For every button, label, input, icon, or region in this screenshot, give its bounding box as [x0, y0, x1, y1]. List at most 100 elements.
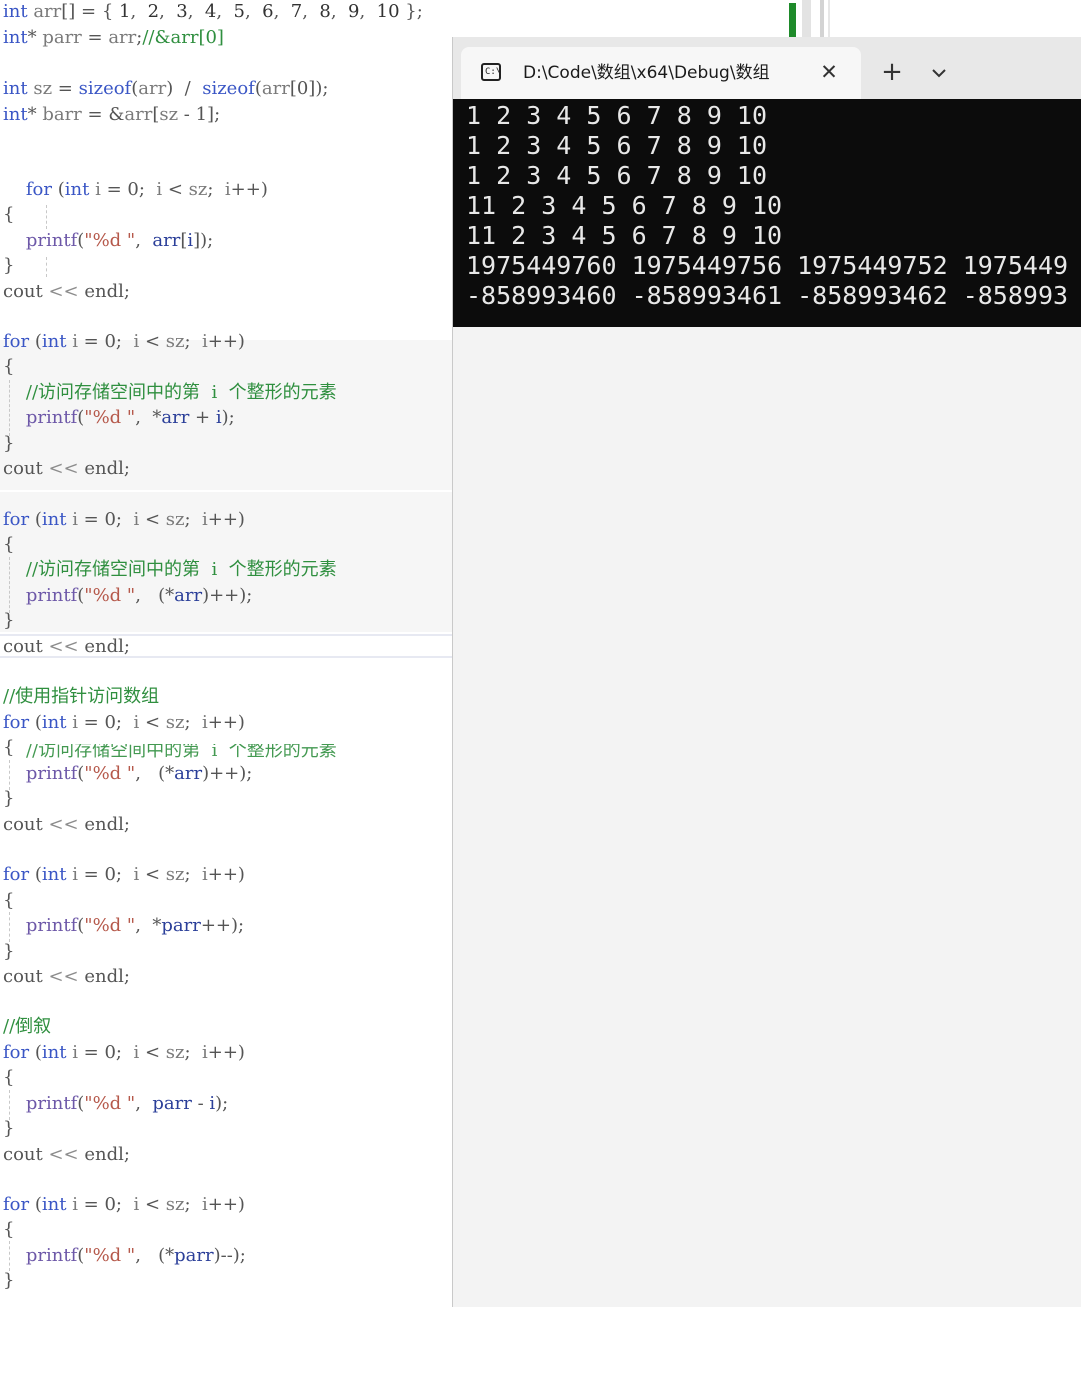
code-token: int	[41, 1194, 67, 1215]
code-token: = 0;	[77, 1042, 134, 1063]
code-token: ,	[159, 1, 177, 22]
code-line: int* barr = &arr[sz - 1];	[3, 103, 220, 127]
code-line: {	[3, 889, 14, 913]
code-token: arr	[152, 230, 181, 251]
code-token: sz	[165, 509, 185, 530]
tab-title: D:\Code\数组\x64\Debug\数组	[523, 63, 770, 83]
code-token: , *	[135, 915, 162, 936]
code-line: printf("%d ", *parr++);	[3, 914, 244, 938]
code-line: }	[3, 787, 14, 811]
code-line: //访问存储空间中的第 i 个整形的元素	[3, 558, 337, 582]
code-token: )++);	[202, 585, 253, 606]
page-bottom	[0, 1307, 1081, 1399]
code-token: {	[3, 534, 15, 555]
code-token: int	[3, 1, 28, 22]
code-token: }	[3, 788, 15, 809]
code-token: <<	[48, 814, 79, 835]
code-line: //使用指针访问数组	[3, 685, 159, 709]
indent-guide	[9, 1241, 10, 1271]
code-token: ;	[184, 712, 202, 733]
code-token: (	[29, 864, 42, 885]
code-token: ,	[330, 1, 349, 22]
code-token: = 0;	[77, 864, 134, 885]
code-token: );	[221, 407, 235, 428]
new-tab-button[interactable]: +	[879, 59, 905, 85]
code-token: int	[3, 104, 28, 125]
code-token: arr	[174, 763, 203, 784]
code-token: ,	[216, 1, 234, 22]
code-token: - 1];	[178, 104, 221, 125]
code-token: sz	[165, 331, 185, 352]
code-token: "%d "	[84, 763, 136, 784]
code-token: , (*	[135, 763, 175, 784]
chevron-down-icon[interactable]	[927, 61, 951, 85]
code-token: -	[191, 1093, 210, 1114]
code-token: barr	[42, 104, 82, 125]
close-tab-button[interactable]: ✕	[817, 60, 841, 84]
console-icon: C:\	[481, 63, 501, 81]
code-line: for (int i = 0; i < sz; i++)	[3, 178, 268, 202]
code-token: }	[3, 1118, 15, 1139]
code-token: , *	[135, 407, 162, 428]
code-line: for (int i = 0; i < sz; i++)	[3, 711, 245, 735]
code-token: (	[29, 712, 42, 733]
console-line: 11 2 3 4 5 6 7 8 9 10	[466, 221, 783, 250]
code-token: <	[139, 864, 166, 885]
code-token: {	[3, 204, 15, 225]
code-token: parr	[161, 915, 201, 936]
code-token: //&arr[0]	[142, 27, 224, 48]
code-line: int sz = sizeof(arr) / sizeof(arr[0]);	[3, 77, 328, 101]
indent-guide	[9, 557, 10, 613]
console-output[interactable]: 1 2 3 4 5 6 7 8 9 10 1 2 3 4 5 6 7 8 9 1…	[453, 99, 1081, 327]
indent-guide	[46, 205, 47, 229]
code-token: ,	[135, 1093, 153, 1114]
scrollbar-edge	[828, 0, 830, 37]
code-token: arr	[138, 78, 167, 99]
code-token: ;	[184, 1194, 202, 1215]
code-token: cout	[3, 458, 49, 479]
code-token: arr	[33, 1, 62, 22]
terminal-window[interactable]: C:\ D:\Code\数组\x64\Debug\数组 ✕ + 1 2 3 4 …	[452, 37, 1081, 1307]
code-line: }	[3, 254, 14, 278]
code-token: <	[139, 331, 166, 352]
scrollbar-track[interactable]	[802, 0, 811, 37]
top-strip	[452, 0, 1081, 37]
code-line: printf("%d ", *arr + i);	[3, 406, 235, 430]
code-token: cout	[3, 1144, 49, 1165]
code-token: ,	[359, 1, 377, 22]
console-line: -858993460 -858993461 -858993462 -858993	[466, 281, 1069, 310]
scrollbar-thumb[interactable]	[820, 0, 824, 37]
code-token: for	[25, 179, 52, 200]
code-token: }	[3, 255, 15, 276]
code-token: endl;	[78, 458, 130, 479]
code-token: };	[399, 1, 423, 22]
terminal-tab[interactable]: C:\ D:\Code\数组\x64\Debug\数组 ✕	[461, 47, 861, 99]
code-token: (	[29, 1194, 42, 1215]
code-token: cout	[3, 636, 49, 657]
code-line: for (int i = 0; i < sz; i++)	[3, 1041, 245, 1065]
code-token: printf	[25, 915, 78, 936]
code-token: , (*	[135, 1245, 175, 1266]
indent-guide	[9, 760, 10, 790]
console-line: 1 2 3 4 5 6 7 8 9 10	[466, 131, 768, 160]
code-token: ;	[184, 509, 202, 530]
code-editor[interactable]: int arr[] = { 1, 2, 3, 4, 5, 6, 7, 8, 9,…	[0, 0, 452, 1307]
code-token: for	[3, 864, 30, 885]
code-token: =	[81, 27, 109, 48]
code-token: ++)	[207, 1042, 245, 1063]
indent-guide	[9, 912, 10, 942]
code-line: {	[3, 355, 14, 379]
code-line: cout << endl;	[3, 457, 130, 481]
code-token: (	[52, 179, 65, 200]
terminal-titlebar[interactable]: C:\ D:\Code\数组\x64\Debug\数组 ✕ +	[453, 37, 1081, 99]
code-token: for	[3, 1042, 30, 1063]
code-token: ;	[207, 179, 225, 200]
code-token: }	[3, 941, 15, 962]
code-token: )++);	[202, 763, 253, 784]
code-token: //使用指针访问数组	[3, 686, 160, 707]
